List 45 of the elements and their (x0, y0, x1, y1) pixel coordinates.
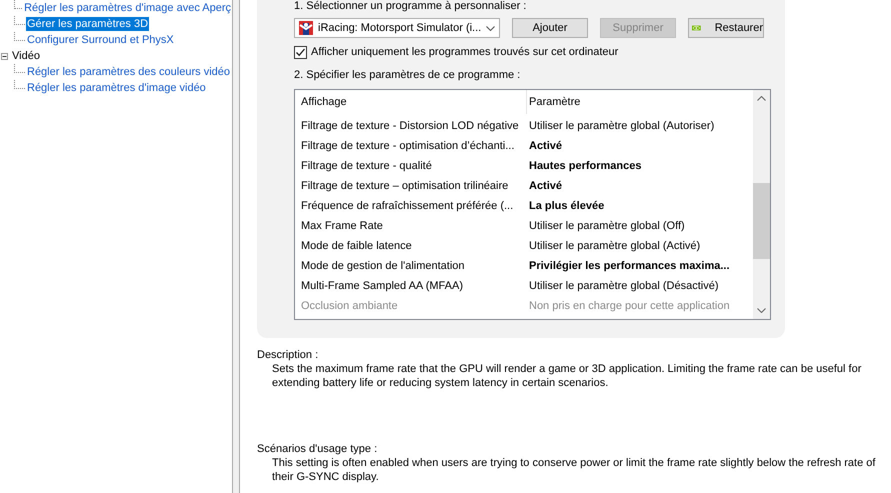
program-dropdown[interactable]: iRacing: Motorsport Simulator (i... (294, 18, 500, 38)
table-cell-text: Fréquence de rafraîchissement préférée (... (300, 200, 514, 212)
scrollbar[interactable] (753, 90, 770, 319)
usage-text: This setting is often enabled when users are trying to conserve power or limit the frame rate slightly below the refresh rate of their G-SYNC display. (271, 456, 876, 484)
table-cell-text: Hautes performances (528, 160, 642, 172)
description-text: Sets the maximum frame rate that the GPU will render a game or 3D application. Limiting the frame rate can be useful for extending battery life or reducing system latency in certain scenarios. (271, 362, 862, 390)
step-label: 2. Spécifier les paramètres de ce programme : (294, 68, 522, 82)
step-label: 1. Sélectionner un programme à personnaliser : (294, 0, 528, 13)
chevron-up-icon[interactable] (757, 96, 766, 101)
checkbox-label: Afficher uniquement les programmes trouvés sur cet ordinateur (311, 45, 618, 59)
table-cell-text: Occlusion ambiante (300, 300, 399, 312)
table-cell-text: Max Frame Rate (300, 220, 384, 232)
table-cell-text: Non pris en charge pour cette application (528, 300, 730, 312)
table-cell-text: Filtrage de texture - optimisation d’échanti... (300, 140, 516, 152)
table-cell-text: La plus élevée (528, 200, 604, 212)
table-cell-text: Activé (528, 180, 562, 192)
app-logo-icon (299, 21, 313, 35)
table-cell-text: Utiliser le paramètre global (Autoriser) (528, 120, 714, 132)
table-cell-text: Filtrage de texture – optimisation trilinéaire (300, 180, 510, 192)
table-cell-text: Filtrage de texture - qualité (300, 160, 433, 172)
collapse-icon[interactable] (1, 52, 8, 60)
action-button[interactable]: Ajouter (512, 18, 588, 38)
table-cell-text: Mode de gestion de l'alimentation (300, 260, 466, 272)
tree-item[interactable]: Régler les paramètres d'image avec Aperç (23, 1, 232, 15)
column-header[interactable]: Affichage (295, 90, 527, 114)
tree-item[interactable]: Configurer Surround et PhysX (26, 33, 175, 47)
chevron-down-icon (486, 26, 495, 30)
table-cell-text: Activé (528, 140, 562, 152)
tree-item[interactable]: Régler les paramètres des couleurs vidéo (26, 65, 231, 79)
tree-item[interactable]: Vidéo (11, 49, 41, 63)
table-cell-text: Filtrage de texture - Distorsion LOD négative (300, 120, 520, 132)
column-header[interactable]: Paramètre (527, 90, 580, 114)
action-button[interactable]: Restaurer (688, 18, 764, 38)
tree-item[interactable]: Gérer les paramètres 3D (26, 17, 150, 31)
section-title: Description : (257, 348, 320, 362)
chevron-down-icon[interactable] (757, 308, 766, 313)
table-cell-text: Multi-Frame Sampled AA (MFAA) (300, 280, 464, 292)
tree-item[interactable]: Régler les paramètres d'image vidéo (26, 81, 207, 95)
table-cell-text: Privilégier les performances maxima... (528, 260, 730, 272)
checkbox[interactable] (294, 46, 307, 58)
table-cell-text: Mode de faible latence (300, 240, 413, 252)
table-cell-text: Utiliser le paramètre global (Désactivé) (528, 280, 719, 292)
table-cell-text: Utiliser le paramètre global (Off) (528, 220, 685, 232)
section-title: Scénarios d'usage type : (257, 442, 378, 456)
table-cell-text: Utiliser le paramètre global (Activé) (528, 240, 700, 252)
